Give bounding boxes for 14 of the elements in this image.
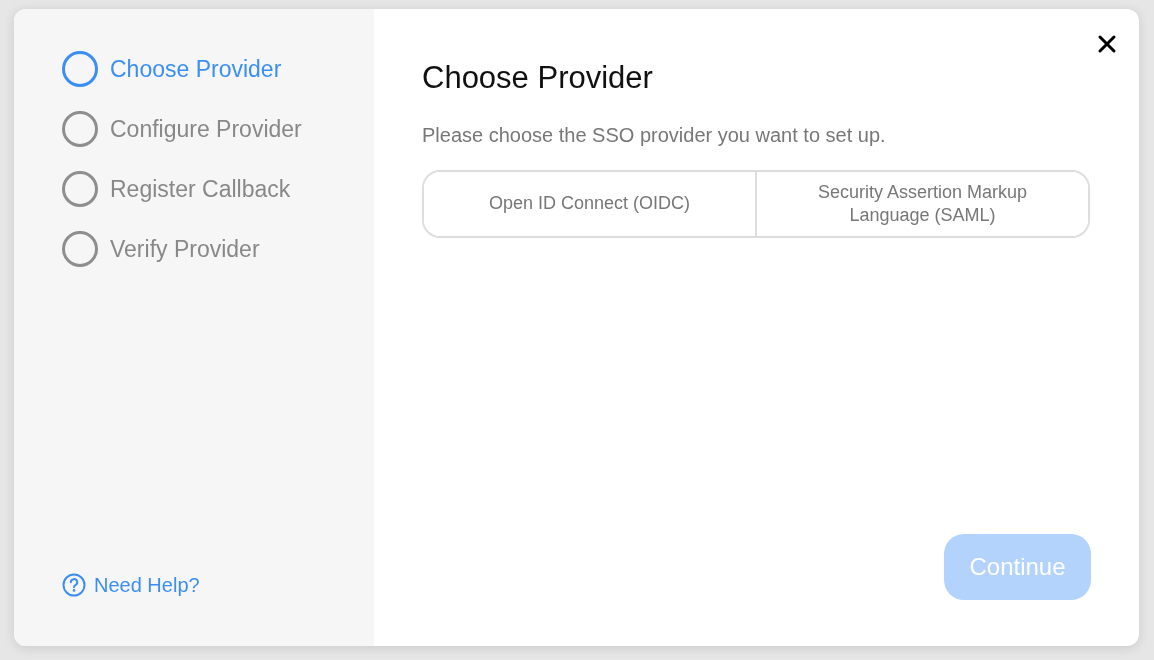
step-item[interactable]: Configure Provider [62,99,302,159]
dialog-title: Choose Provider [422,59,654,97]
help-link[interactable]: Need Help? [62,570,374,600]
description: Please choose the SSO provider you want to set up. [422,123,887,149]
step-circle-icon [62,171,98,207]
step-item[interactable]: Register Callback [62,159,291,219]
step-item[interactable]: Choose Provider [62,39,282,99]
help-icon [62,573,86,597]
step-circle-icon [62,51,98,87]
step-item[interactable]: Verify Provider [62,219,260,279]
close-icon [1097,33,1117,54]
provider-option[interactable]: Security Assertion Markup Language (SAML) [755,172,1088,237]
step-circle-icon [62,231,98,267]
step-circle-icon [62,111,98,147]
